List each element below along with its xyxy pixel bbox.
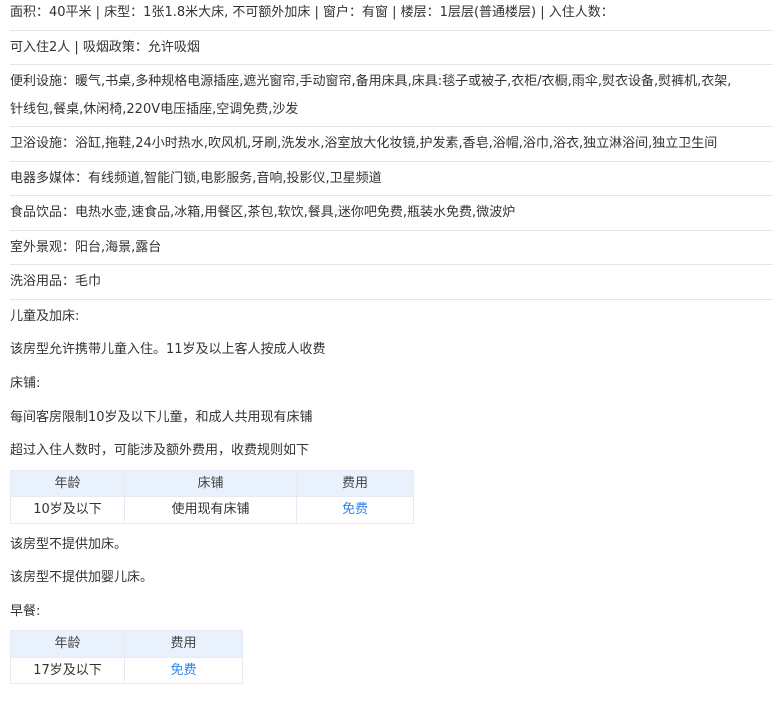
food-facilities: 食品饮品：电热水壶,速食品,冰箱,用餐区,茶包,软饮,餐具,迷你吧免费,瓶装水免…	[10, 196, 773, 231]
bed-heading: 床铺:	[10, 376, 41, 392]
convenience-facilities: 便利设施：暖气,书桌,多种规格电源插座,遮光窗帘,手动窗帘,备用床具,床具:毯子…	[10, 65, 773, 128]
toiletries-facilities-text: 洗浴用品：毛巾	[10, 274, 102, 290]
extra-fee-note: 超过入住人数时，可能涉及额外费用，收费规则如下	[10, 443, 310, 459]
table-cell-age: 10岁及以下	[10, 496, 125, 524]
convenience-facilities-b: 针线包,餐桌,休闲椅,220V电压插座,空调免费,沙发	[10, 101, 299, 117]
children-policy: 该房型允许携带儿童入住。11岁及以上客人按成人收费	[10, 342, 326, 358]
room-info-line2: 可入住2人 | 吸烟政策：允许吸烟	[10, 39, 200, 55]
child-bed-table: 年龄 床铺 费用 10岁及以下 使用现有床铺 免费	[10, 469, 414, 524]
room-info-row-2: 可入住2人 | 吸烟政策：允许吸烟	[10, 31, 773, 66]
room-details: 面积：40平米 | 床型：1张1.8米大床, 不可额外加床 | 窗户：有窗 | …	[0, 0, 773, 685]
breakfast-heading: 早餐:	[10, 603, 41, 619]
table-row: 10岁及以下 使用现有床铺 免费	[10, 496, 414, 524]
table-cell-fee: 免费	[296, 496, 414, 524]
table-header-row: 年龄 费用	[10, 630, 243, 658]
view-facilities: 室外景观：阳台,海景,露台	[10, 231, 773, 266]
food-facilities-text: 食品饮品：电热水壶,速食品,冰箱,用餐区,茶包,软饮,餐具,迷你吧免费,瓶装水免…	[10, 205, 516, 221]
media-facilities: 电器多媒体：有线频道,智能门锁,电影服务,音响,投影仪,卫星频道	[10, 162, 773, 197]
media-facilities-text: 电器多媒体：有线频道,智能门锁,电影服务,音响,投影仪,卫星频道	[10, 170, 382, 186]
children-heading: 儿童及加床:	[10, 308, 80, 324]
no-crib-note: 该房型不提供加婴儿床。	[10, 570, 154, 586]
no-extra-bed-note: 该房型不提供加床。	[10, 536, 128, 552]
toiletries-facilities: 洗浴用品：毛巾	[10, 265, 773, 300]
table-cell-bed: 使用现有床铺	[124, 496, 297, 524]
view-facilities-text: 室外景观：阳台,海景,露台	[10, 239, 162, 255]
breakfast-table: 年龄 费用 17岁及以下 免费	[10, 630, 243, 685]
table-row: 17岁及以下 免费	[10, 656, 243, 685]
table-header-row: 年龄 床铺 费用	[10, 469, 414, 498]
table-header-fee: 费用	[296, 469, 414, 498]
table-cell-fee: 免费	[124, 656, 243, 685]
table-header-fee: 费用	[124, 630, 243, 658]
table-cell-age: 17岁及以下	[10, 656, 125, 685]
bed-policy: 每间客房限制10岁及以下儿童，和成人共用现有床铺	[10, 409, 313, 425]
convenience-facilities-a: 便利设施：暖气,书桌,多种规格电源插座,遮光窗帘,手动窗帘,备用床具,床具:毯子…	[10, 74, 732, 90]
bathroom-facilities-text: 卫浴设施：浴缸,拖鞋,24小时热水,吹风机,牙刷,洗发水,浴室放大化妆镜,护发素…	[10, 136, 718, 152]
room-info-row: 面积：40平米 | 床型：1张1.8米大床, 不可额外加床 | 窗户：有窗 | …	[10, 0, 773, 31]
table-header-bed: 床铺	[124, 469, 297, 498]
table-header-age: 年龄	[10, 630, 125, 658]
table-header-age: 年龄	[10, 469, 125, 498]
room-info-line1: 面积：40平米 | 床型：1张1.8米大床, 不可额外加床 | 窗户：有窗 | …	[10, 5, 614, 20]
bathroom-facilities: 卫浴设施：浴缸,拖鞋,24小时热水,吹风机,牙刷,洗发水,浴室放大化妆镜,护发素…	[10, 127, 773, 162]
